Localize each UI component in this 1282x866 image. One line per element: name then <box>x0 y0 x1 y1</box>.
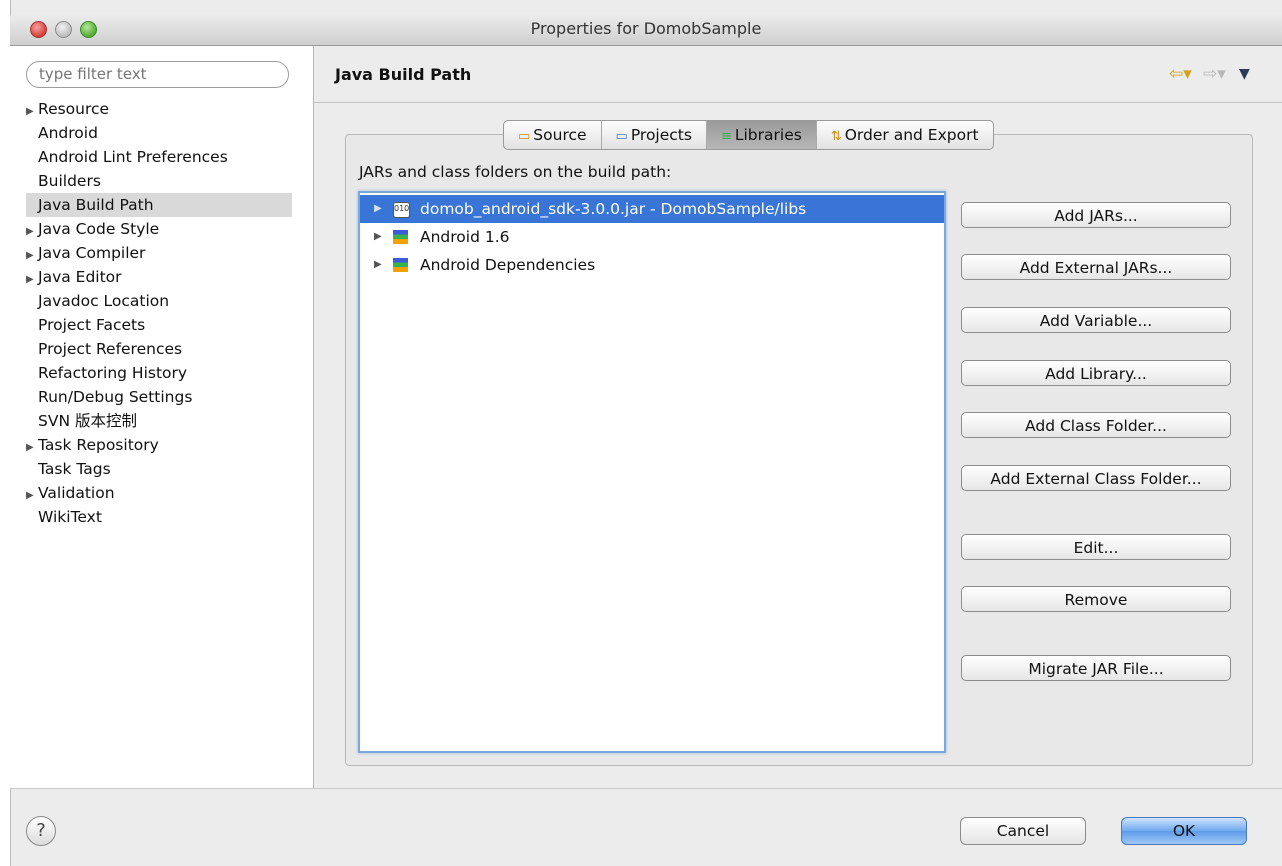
edit-button[interactable]: Edit... <box>961 534 1231 560</box>
page-title: Java Build Path <box>335 65 472 84</box>
sidebar-item-project-references[interactable]: Project References <box>26 337 292 361</box>
migrate-jar-button[interactable]: Migrate JAR File... <box>961 655 1231 681</box>
order-export-icon: ⇅ <box>830 129 842 144</box>
add-external-jars-button[interactable]: Add External JARs... <box>961 254 1231 280</box>
source-folder-icon: ▭ <box>518 129 531 144</box>
sidebar-item-label: Validation <box>38 484 115 502</box>
sidebar-item-java-compiler[interactable]: ▶ Java Compiler <box>26 241 292 265</box>
list-label: JARs and class folders on the build path… <box>359 163 672 181</box>
sidebar-item-wikitext[interactable]: WikiText <box>26 505 292 529</box>
library-icon <box>393 230 408 244</box>
window-title: Properties for DomobSample <box>530 19 762 38</box>
sidebar-item-java-build-path[interactable]: Java Build Path <box>26 193 292 217</box>
list-item[interactable]: ▶ Android Dependencies <box>360 251 944 279</box>
add-jars-button[interactable]: Add JARs... <box>961 202 1231 228</box>
filter-input[interactable] <box>26 61 289 88</box>
add-variable-button[interactable]: Add Variable... <box>961 307 1231 333</box>
sidebar-item-label: Refactoring History <box>38 364 188 382</box>
sidebar-item-label: Task Tags <box>38 460 111 478</box>
sidebar-item-android-lint[interactable]: Android Lint Preferences <box>26 145 292 169</box>
list-item[interactable]: ▶ Android 1.6 <box>360 223 944 251</box>
sidebar: ▶Resource Android Android Lint Preferenc… <box>10 46 314 788</box>
sidebar-item-task-tags[interactable]: Task Tags <box>26 457 292 481</box>
sidebar-item-svn[interactable]: SVN 版本控制 <box>26 409 292 433</box>
sidebar-item-android[interactable]: Android <box>26 121 292 145</box>
sidebar-item-label: Builders <box>38 172 101 190</box>
title-bar: Properties for DomobSample <box>10 12 1282 46</box>
sidebar-item-label: Javadoc Location <box>38 292 170 310</box>
sidebar-item-builders[interactable]: Builders <box>26 169 292 193</box>
sidebar-item-javadoc-location[interactable]: Javadoc Location <box>26 289 292 313</box>
cancel-button[interactable]: Cancel <box>960 817 1086 845</box>
tab-libraries[interactable]: ≡ Libraries <box>706 121 817 149</box>
build-path-list[interactable]: ▶ 010 domob_android_sdk-3.0.0.jar - Domo… <box>358 191 946 753</box>
sidebar-item-label: Task Repository <box>38 436 159 454</box>
sidebar-item-label: Project References <box>38 340 183 358</box>
sidebar-item-label: Java Code Style <box>38 220 160 238</box>
add-library-button[interactable]: Add Library... <box>961 360 1231 386</box>
sidebar-item-label: Android Lint Preferences <box>38 148 228 166</box>
view-menu-icon[interactable]: ▼ <box>1239 66 1250 82</box>
sidebar-item-label: Java Compiler <box>38 244 146 262</box>
property-tree: ▶ Resource Android Android Lint Preferenc… <box>26 97 292 529</box>
sidebar-item-label: Run/Debug Settings <box>38 388 193 406</box>
sidebar-item-task-repository[interactable]: ▶ Task Repository <box>26 433 292 457</box>
sidebar-item-project-facets[interactable]: Project Facets <box>26 313 292 337</box>
sidebar-item-java-code-style[interactable]: ▶ Java Code Style <box>26 217 292 241</box>
expand-arrow-icon[interactable]: ▶ <box>374 223 382 251</box>
sidebar-item-refactoring-history[interactable]: Refactoring History <box>26 361 292 385</box>
sidebar-item-resource[interactable]: ▶ Resource <box>26 97 292 121</box>
tab-source[interactable]: ▭ Source <box>504 121 602 149</box>
list-item[interactable]: ▶ 010 domob_android_sdk-3.0.0.jar - Domo… <box>360 195 944 223</box>
sidebar-item-run-debug-settings[interactable]: Run/Debug Settings <box>26 385 292 409</box>
tab-order-export[interactable]: ⇅ Order and Export <box>817 121 993 149</box>
list-item-label: domob_android_sdk-3.0.0.jar - DomobSampl… <box>420 200 807 218</box>
list-item-label: Android 1.6 <box>420 228 510 246</box>
projects-folder-icon: ▭ <box>615 129 628 144</box>
remove-button[interactable]: Remove <box>961 586 1231 612</box>
libraries-icon: ≡ <box>720 129 732 144</box>
tab-label: Order and Export <box>844 126 979 144</box>
sidebar-item-validation[interactable]: ▶ Validation <box>26 481 292 505</box>
sidebar-item-label: Java Editor <box>38 268 122 286</box>
sidebar-item-label: SVN 版本控制 <box>38 412 137 430</box>
jar-icon: 010 <box>393 202 410 218</box>
add-class-folder-button[interactable]: Add Class Folder... <box>961 412 1231 438</box>
add-external-class-folder-button[interactable]: Add External Class Folder... <box>961 465 1231 491</box>
sidebar-item-label: Android <box>38 124 98 142</box>
sidebar-item-label: Project Facets <box>38 316 146 334</box>
help-icon[interactable]: ? <box>26 816 56 846</box>
forward-arrow-icon[interactable]: ⇨▾ <box>1203 64 1226 84</box>
tab-label: Source <box>533 126 587 144</box>
sidebar-item-label: Resource <box>38 100 110 118</box>
list-item-label: Android Dependencies <box>420 256 596 274</box>
back-arrow-icon[interactable]: ⇦▾ <box>1169 64 1192 84</box>
tab-label: Projects <box>630 126 692 144</box>
tab-bar: ▭ Source ▭ Projects ≡ Libraries ⇅ Order and … <box>503 120 994 150</box>
ok-button[interactable]: OK <box>1121 817 1247 845</box>
sidebar-item-label: WikiText <box>38 508 102 526</box>
tab-projects[interactable]: ▭ Projects <box>602 121 707 149</box>
library-icon <box>393 258 408 272</box>
expand-arrow-icon[interactable]: ▶ <box>374 251 382 279</box>
sidebar-item-label: Java Build Path <box>38 196 154 214</box>
tab-label: Libraries <box>734 126 802 144</box>
sidebar-item-java-editor[interactable]: ▶ Java Editor <box>26 265 292 289</box>
expand-arrow-icon[interactable]: ▶ <box>374 195 382 223</box>
footer-divider <box>10 788 1282 789</box>
page-header: Java Build Path ⇦▾ ⇨▾ ▼ <box>313 46 1282 103</box>
